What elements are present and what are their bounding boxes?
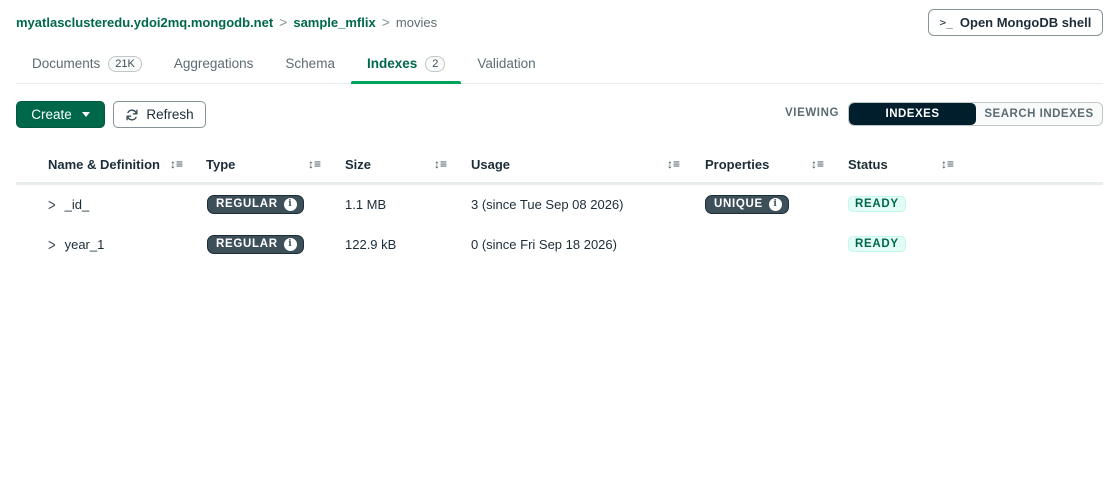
index-type-badge: REGULAR i [207, 194, 304, 214]
chevron-right-icon[interactable]: > [48, 194, 56, 214]
index-type-label: REGULAR [216, 198, 278, 210]
breadcrumb: myatlasclusteredu.ydoi2mq.mongodb.net > … [16, 14, 437, 30]
collection-tabs: Documents 21K Aggregations Schema Indexe… [16, 44, 1103, 84]
view-segmented-control: INDEXES SEARCH INDEXES [848, 102, 1103, 126]
create-index-button[interactable]: Create [16, 101, 105, 128]
index-type-badge: REGULAR i [207, 234, 304, 254]
column-header-status: Status [848, 157, 888, 172]
column-header-size: Size [345, 157, 372, 172]
tab-aggregations[interactable]: Aggregations [158, 44, 270, 83]
info-icon[interactable]: i [283, 237, 297, 251]
tab-validation[interactable]: Validation [461, 44, 551, 83]
index-property-badge: UNIQUE i [705, 194, 789, 214]
column-header-type: Type [206, 157, 236, 172]
viewing-label: VIEWING [785, 107, 840, 119]
open-shell-button[interactable]: >_ Open MongoDB shell [928, 9, 1103, 36]
indexes-table-header: Name & Definition ↕≡ Type ↕≡ Size ↕≡ Usa… [16, 147, 1103, 185]
index-usage: 3 (since Tue Sep 08 2026) [471, 196, 624, 212]
tab-indexes[interactable]: Indexes 2 [350, 44, 462, 84]
status-badge: READY [848, 236, 906, 252]
tab-label: Indexes [366, 56, 418, 71]
status-badge: READY [848, 196, 906, 212]
info-icon[interactable]: i [768, 197, 782, 211]
tab-schema[interactable]: Schema [269, 44, 351, 83]
index-name: year_1 [64, 236, 105, 252]
indexes-count-badge: 2 [425, 55, 446, 72]
chevron-right-icon: > [381, 14, 390, 30]
sort-icon[interactable]: ↕≡ [811, 157, 824, 171]
index-name: _id_ [64, 196, 90, 212]
index-property-label: UNIQUE [714, 198, 763, 210]
tab-documents[interactable]: Documents 21K [16, 44, 158, 83]
refresh-icon [126, 109, 138, 120]
breadcrumb-collection: movies [395, 14, 438, 30]
column-header-usage: Usage [471, 157, 511, 172]
tab-label: Documents [32, 56, 101, 71]
table-row[interactable]: > _id_ REGULAR i 1.1 MB 3 (since Tue Sep… [16, 184, 1103, 224]
index-size: 1.1 MB [345, 196, 387, 212]
sort-icon[interactable]: ↕≡ [170, 157, 183, 171]
chevron-right-icon[interactable]: > [48, 234, 56, 254]
open-shell-label: Open MongoDB shell [959, 15, 1092, 30]
create-label: Create [31, 107, 72, 122]
tab-label: Aggregations [173, 56, 254, 71]
refresh-label: Refresh [146, 107, 194, 122]
view-option-indexes[interactable]: INDEXES [849, 103, 976, 125]
caret-down-icon [81, 112, 90, 117]
info-icon[interactable]: i [283, 197, 297, 211]
tab-label: Schema [285, 56, 335, 71]
column-header-name: Name & Definition [48, 157, 160, 172]
terminal-icon: >_ [939, 16, 953, 29]
sort-icon[interactable]: ↕≡ [941, 157, 954, 171]
column-header-properties: Properties [705, 157, 770, 172]
view-option-search-indexes[interactable]: SEARCH INDEXES [976, 103, 1102, 125]
index-usage: 0 (since Fri Sep 18 2026) [471, 236, 617, 252]
index-type-label: REGULAR [216, 238, 278, 250]
documents-count-badge: 21K [108, 55, 142, 72]
table-row[interactable]: > year_1 REGULAR i 122.9 kB 0 (since Fri… [16, 224, 1103, 264]
sort-icon[interactable]: ↕≡ [434, 157, 447, 171]
sort-icon[interactable]: ↕≡ [667, 157, 680, 171]
index-size: 122.9 kB [345, 236, 397, 252]
chevron-right-icon: > [279, 14, 288, 30]
tab-label: Validation [477, 56, 536, 71]
breadcrumb-cluster[interactable]: myatlasclusteredu.ydoi2mq.mongodb.net [16, 15, 273, 30]
refresh-button[interactable]: Refresh [113, 101, 206, 128]
breadcrumb-database[interactable]: sample_mflix [293, 15, 375, 30]
sort-icon[interactable]: ↕≡ [308, 157, 321, 171]
